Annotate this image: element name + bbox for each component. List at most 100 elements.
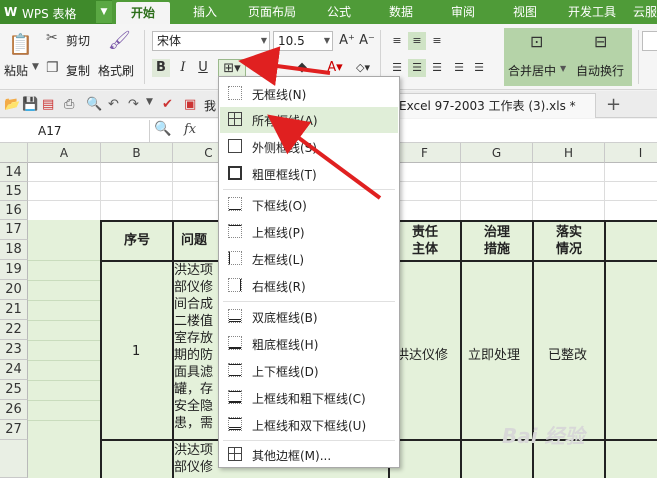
select-all-corner[interactable] bbox=[0, 143, 28, 163]
print-icon[interactable]: ⎙ bbox=[64, 97, 74, 112]
new-tab-icon[interactable]: + bbox=[606, 94, 621, 115]
row-header[interactable]: 22 bbox=[0, 320, 28, 340]
row-header[interactable]: 26 bbox=[0, 400, 28, 420]
print-preview-icon[interactable]: 🔍 bbox=[86, 97, 102, 112]
open-folder-icon[interactable]: 📂 bbox=[4, 97, 20, 112]
menu-item-thick-bottom-border[interactable]: 粗底框线(H) bbox=[220, 331, 398, 357]
clear-format-icon[interactable]: ◇▾ bbox=[354, 59, 372, 77]
format-painter-button[interactable]: 格式刷 bbox=[98, 62, 134, 79]
font-size-select[interactable]: 10.5 ▼ bbox=[273, 31, 333, 51]
row-header[interactable]: 27 bbox=[0, 420, 28, 440]
row-header[interactable]: 14 bbox=[0, 163, 28, 182]
undo-icon[interactable]: ↶ bbox=[108, 97, 119, 112]
document-tab[interactable]: Excel 97-2003 工作表 (3).xls * bbox=[396, 93, 596, 118]
wrap-text-icon[interactable]: ⊟ bbox=[594, 32, 607, 51]
column-header[interactable]: G bbox=[461, 143, 533, 163]
font-color-button[interactable]: A▾ bbox=[320, 59, 350, 77]
format-painter-icon[interactable]: 🖌 bbox=[108, 30, 131, 51]
italic-button[interactable]: I bbox=[174, 59, 192, 77]
distributed-icon[interactable]: ☰ bbox=[470, 59, 488, 77]
merge-center-icon[interactable]: ⊡ bbox=[530, 32, 543, 51]
border-button[interactable]: ⊞▾ bbox=[218, 59, 246, 77]
fill-color-icon[interactable]: ◆ bbox=[290, 59, 314, 77]
menu-item-thick-box-border[interactable]: 粗匣框线(T) bbox=[220, 161, 398, 187]
row-header[interactable]: 23 bbox=[0, 340, 28, 360]
menu-item-top-border[interactable]: 上框线(P) bbox=[220, 219, 398, 245]
row-header[interactable]: 16 bbox=[0, 201, 28, 220]
menu-item-outside-borders[interactable]: 外侧框线(S) bbox=[220, 134, 398, 160]
menu-item-all-borders[interactable]: 所有框线(A) bbox=[220, 107, 398, 133]
copy-icon[interactable]: ❐ bbox=[46, 60, 59, 76]
number-format-select[interactable] bbox=[642, 31, 657, 51]
underline-button[interactable]: U bbox=[194, 59, 212, 77]
align-middle-icon[interactable]: ≡ bbox=[408, 32, 426, 50]
zoom-icon[interactable]: 🔍 bbox=[154, 121, 171, 137]
column-header[interactable]: H bbox=[533, 143, 605, 163]
row-header[interactable]: 15 bbox=[0, 182, 28, 201]
fx-icon[interactable]: fx bbox=[184, 122, 196, 137]
tab-cloud[interactable]: 云服 bbox=[630, 0, 657, 24]
justify-icon[interactable]: ☰ bbox=[450, 59, 468, 77]
tab-page-layout[interactable]: 页面布局 bbox=[240, 0, 304, 24]
menu-item-top-thick-bottom-border[interactable]: 上框线和粗下框线(C) bbox=[220, 385, 398, 411]
doc-tab-partial[interactable]: 我 bbox=[204, 97, 216, 114]
chevron-down-icon[interactable]: ▼ bbox=[560, 64, 566, 73]
tab-formulas[interactable]: 公式 bbox=[316, 0, 362, 24]
home-doc-icon[interactable]: ▣ bbox=[184, 97, 196, 112]
export-pdf-icon[interactable]: ▤ bbox=[42, 97, 54, 112]
align-center-icon[interactable]: ☰ bbox=[408, 59, 426, 77]
tab-review[interactable]: 审阅 bbox=[440, 0, 486, 24]
cell-implementation[interactable]: 已整改 bbox=[548, 344, 587, 363]
copy-button[interactable]: 复制 bbox=[66, 62, 90, 79]
column-header[interactable]: B bbox=[101, 143, 173, 163]
row-header[interactable]: 20 bbox=[0, 280, 28, 300]
column-header[interactable]: I bbox=[605, 143, 657, 163]
tab-data[interactable]: 数据 bbox=[378, 0, 424, 24]
bold-button[interactable]: B bbox=[152, 59, 170, 77]
column-header[interactable]: A bbox=[28, 143, 101, 163]
grow-font-button[interactable]: A⁺ bbox=[338, 32, 356, 50]
tab-view[interactable]: 视图 bbox=[502, 0, 548, 24]
merge-center-button[interactable]: 合并居中 bbox=[508, 62, 556, 79]
app-dropdown-icon[interactable]: ▼ bbox=[96, 1, 112, 23]
tab-developer[interactable]: 开发工具 bbox=[560, 0, 624, 24]
align-left-icon[interactable]: ☰ bbox=[388, 59, 406, 77]
check-icon[interactable]: ✔ bbox=[162, 97, 173, 112]
tab-insert[interactable]: 插入 bbox=[180, 0, 230, 24]
scissors-icon[interactable]: ✂ bbox=[46, 30, 58, 46]
row-header[interactable]: 19 bbox=[0, 260, 28, 280]
font-name-select[interactable]: 宋体 ▼ bbox=[152, 31, 270, 51]
row-header[interactable]: 17 bbox=[0, 220, 28, 240]
align-right-icon[interactable]: ☰ bbox=[428, 59, 446, 77]
paste-icon[interactable]: 📋 bbox=[8, 32, 33, 56]
row-header-blank[interactable] bbox=[0, 440, 28, 478]
menu-item-top-double-bottom-border[interactable]: 上框线和双下框线(U) bbox=[220, 412, 398, 438]
menu-item-more-borders[interactable]: 其他边框(M)... bbox=[220, 442, 398, 468]
row-header[interactable]: 18 bbox=[0, 240, 28, 260]
cell-responsible[interactable]: 洪达仪修 bbox=[396, 344, 448, 363]
app-menu-button[interactable]: W WPS 表格 ▼ bbox=[0, 0, 112, 24]
redo-icon[interactable]: ↷ bbox=[128, 97, 139, 112]
cut-button[interactable]: 剪切 bbox=[66, 32, 90, 49]
menu-item-top-bottom-border[interactable]: 上下框线(D) bbox=[220, 358, 398, 384]
row-header[interactable]: 21 bbox=[0, 300, 28, 320]
menu-item-no-border[interactable]: 无框线(N) bbox=[220, 81, 398, 107]
menu-item-double-bottom-border[interactable]: 双底框线(B) bbox=[220, 304, 398, 330]
menu-item-bottom-border[interactable]: 下框线(O) bbox=[220, 192, 398, 218]
wrap-text-button[interactable]: 自动换行 bbox=[576, 62, 624, 79]
tab-home[interactable]: 开始 bbox=[116, 2, 170, 24]
menu-item-left-border[interactable]: 左框线(L) bbox=[220, 246, 398, 272]
row-header[interactable]: 25 bbox=[0, 380, 28, 400]
cell-governance[interactable]: 立即处理 bbox=[468, 344, 520, 363]
save-icon[interactable]: 💾 bbox=[22, 97, 38, 112]
cell-number[interactable]: 1 bbox=[132, 344, 140, 359]
menu-item-right-border[interactable]: 右框线(R) bbox=[220, 273, 398, 299]
paste-button[interactable]: 粘贴 bbox=[4, 62, 28, 79]
name-box[interactable]: A17 bbox=[0, 120, 150, 142]
row-header[interactable]: 24 bbox=[0, 360, 28, 380]
align-bottom-icon[interactable]: ≡ bbox=[428, 32, 446, 50]
align-top-icon[interactable]: ≡ bbox=[388, 32, 406, 50]
shrink-font-button[interactable]: A⁻ bbox=[358, 32, 376, 50]
paste-dropdown-icon[interactable]: ▼ bbox=[32, 62, 39, 72]
chevron-down-icon[interactable]: ▼ bbox=[146, 97, 153, 107]
